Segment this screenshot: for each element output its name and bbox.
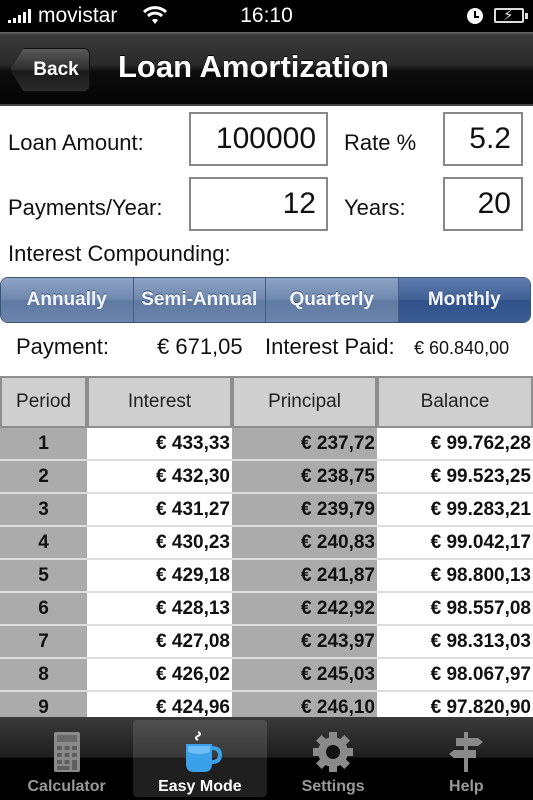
tab-label: Settings bbox=[301, 778, 365, 795]
coffee-cup-icon bbox=[185, 731, 222, 772]
alarm-clock-icon bbox=[467, 8, 483, 24]
cell-interest: € 429,18 bbox=[87, 560, 232, 591]
back-button[interactable]: Back bbox=[10, 48, 90, 92]
cell-balance: € 99.523,25 bbox=[377, 461, 533, 492]
cell-period: 7 bbox=[0, 626, 87, 657]
cell-principal: € 242,92 bbox=[232, 593, 377, 624]
cell-period: 2 bbox=[0, 461, 87, 492]
table-row[interactable]: 2 € 432,30 € 238,75 € 99.523,25 bbox=[0, 461, 533, 494]
years-field[interactable]: 20 bbox=[443, 177, 523, 231]
tab-easy-mode[interactable]: Easy Mode bbox=[133, 720, 267, 797]
segment-quarterly[interactable]: Quarterly bbox=[266, 278, 399, 322]
cell-period: 4 bbox=[0, 527, 87, 558]
cell-balance: € 99.762,28 bbox=[377, 428, 533, 459]
segment-semi-annual[interactable]: Semi-Annual bbox=[133, 278, 266, 322]
amortization-table[interactable]: Period Interest Principal Balance 1 € 433… bbox=[0, 376, 533, 725]
cell-balance: € 98.067,97 bbox=[377, 659, 533, 690]
cell-balance: € 99.283,21 bbox=[377, 494, 533, 525]
years-label: Years: bbox=[344, 195, 406, 220]
payment-value: € 671,05 bbox=[157, 334, 243, 359]
cell-period: 3 bbox=[0, 494, 87, 525]
calculator-icon bbox=[53, 732, 80, 772]
table-row[interactable]: 1 € 433,33 € 237,72 € 99.762,28 bbox=[0, 428, 533, 461]
payments-per-year-field[interactable]: 12 bbox=[189, 177, 328, 231]
table-row[interactable]: 3 € 431,27 € 239,79 € 99.283,21 bbox=[0, 494, 533, 527]
table-body: 1 € 433,33 € 237,72 € 99.762,28 2 € 432,30 € 2… bbox=[0, 428, 533, 725]
cell-interest: € 430,23 bbox=[87, 527, 232, 558]
header-interest[interactable]: Interest bbox=[87, 376, 232, 428]
segment-annually[interactable]: Annually bbox=[1, 278, 134, 322]
tab-help[interactable]: Help bbox=[400, 717, 533, 800]
cell-balance: € 99.042,17 bbox=[377, 527, 533, 558]
cell-period: 8 bbox=[0, 659, 87, 690]
cell-principal: € 240,83 bbox=[232, 527, 377, 558]
rate-field[interactable]: 5.2 bbox=[443, 112, 523, 166]
interest-paid-label: Interest Paid: bbox=[265, 334, 395, 359]
status-time: 16:10 bbox=[240, 4, 293, 27]
header-balance[interactable]: Balance bbox=[377, 376, 533, 428]
cell-principal: € 238,75 bbox=[232, 461, 377, 492]
cell-interest: € 432,30 bbox=[87, 461, 232, 492]
cell-balance: € 98.313,03 bbox=[377, 626, 533, 657]
signpost-icon bbox=[449, 732, 484, 772]
cell-interest: € 431,27 bbox=[87, 494, 232, 525]
segment-monthly[interactable]: Monthly bbox=[398, 278, 530, 322]
tab-calculator[interactable]: Calculator bbox=[0, 717, 133, 800]
table-row[interactable]: 8 € 426,02 € 245,03 € 98.067,97 bbox=[0, 659, 533, 692]
cell-period: 1 bbox=[0, 428, 87, 459]
header-principal[interactable]: Principal bbox=[232, 376, 377, 428]
header-period[interactable]: Period bbox=[0, 376, 87, 428]
rate-label: Rate % bbox=[344, 130, 417, 155]
tab-label: Help bbox=[449, 778, 484, 795]
tab-label: Calculator bbox=[27, 778, 106, 795]
table-row[interactable]: 4 € 430,23 € 240,83 € 99.042,17 bbox=[0, 527, 533, 560]
battery-charging-icon: ⚡ bbox=[494, 7, 528, 24]
gear-icon bbox=[313, 732, 354, 772]
cell-interest: € 426,02 bbox=[87, 659, 232, 690]
page-title: Loan Amortization bbox=[118, 49, 389, 84]
cell-principal: € 239,79 bbox=[232, 494, 377, 525]
interest-paid-value: € 60.840,00 bbox=[414, 338, 510, 358]
table-header: Period Interest Principal Balance bbox=[0, 376, 533, 428]
table-row[interactable]: 6 € 428,13 € 242,92 € 98.557,08 bbox=[0, 593, 533, 626]
cell-interest: € 428,13 bbox=[87, 593, 232, 624]
tab-label: Easy Mode bbox=[158, 778, 242, 795]
status-bar: movistar 16:10 ⚡ bbox=[0, 0, 533, 32]
cell-principal: € 237,72 bbox=[232, 428, 377, 459]
compounding-segmented-control: Annually Semi-Annual Quarterly Monthly bbox=[0, 277, 531, 323]
payments-per-year-label: Payments/Year: bbox=[8, 195, 163, 220]
tab-settings[interactable]: Settings bbox=[267, 717, 400, 800]
table-row[interactable]: 5 € 429,18 € 241,87 € 98.800,13 bbox=[0, 560, 533, 593]
loan-amount-label: Loan Amount: bbox=[8, 130, 144, 155]
navigation-bar: Back Loan Amortization bbox=[0, 32, 533, 106]
tab-bar: Calculator Easy Mode Settings Help bbox=[0, 717, 533, 800]
cell-interest: € 433,33 bbox=[87, 428, 232, 459]
payment-label: Payment: bbox=[16, 334, 109, 359]
cell-balance: € 98.800,13 bbox=[377, 560, 533, 591]
cell-interest: € 427,08 bbox=[87, 626, 232, 657]
cell-period: 5 bbox=[0, 560, 87, 591]
cell-principal: € 241,87 bbox=[232, 560, 377, 591]
cell-principal: € 243,97 bbox=[232, 626, 377, 657]
cell-balance: € 98.557,08 bbox=[377, 593, 533, 624]
table-row[interactable]: 7 € 427,08 € 243,97 € 98.313,03 bbox=[0, 626, 533, 659]
cell-period: 6 bbox=[0, 593, 87, 624]
cell-principal: € 245,03 bbox=[232, 659, 377, 690]
interest-compounding-label: Interest Compounding: bbox=[8, 241, 231, 266]
loan-amount-field[interactable]: 100000 bbox=[189, 112, 328, 166]
